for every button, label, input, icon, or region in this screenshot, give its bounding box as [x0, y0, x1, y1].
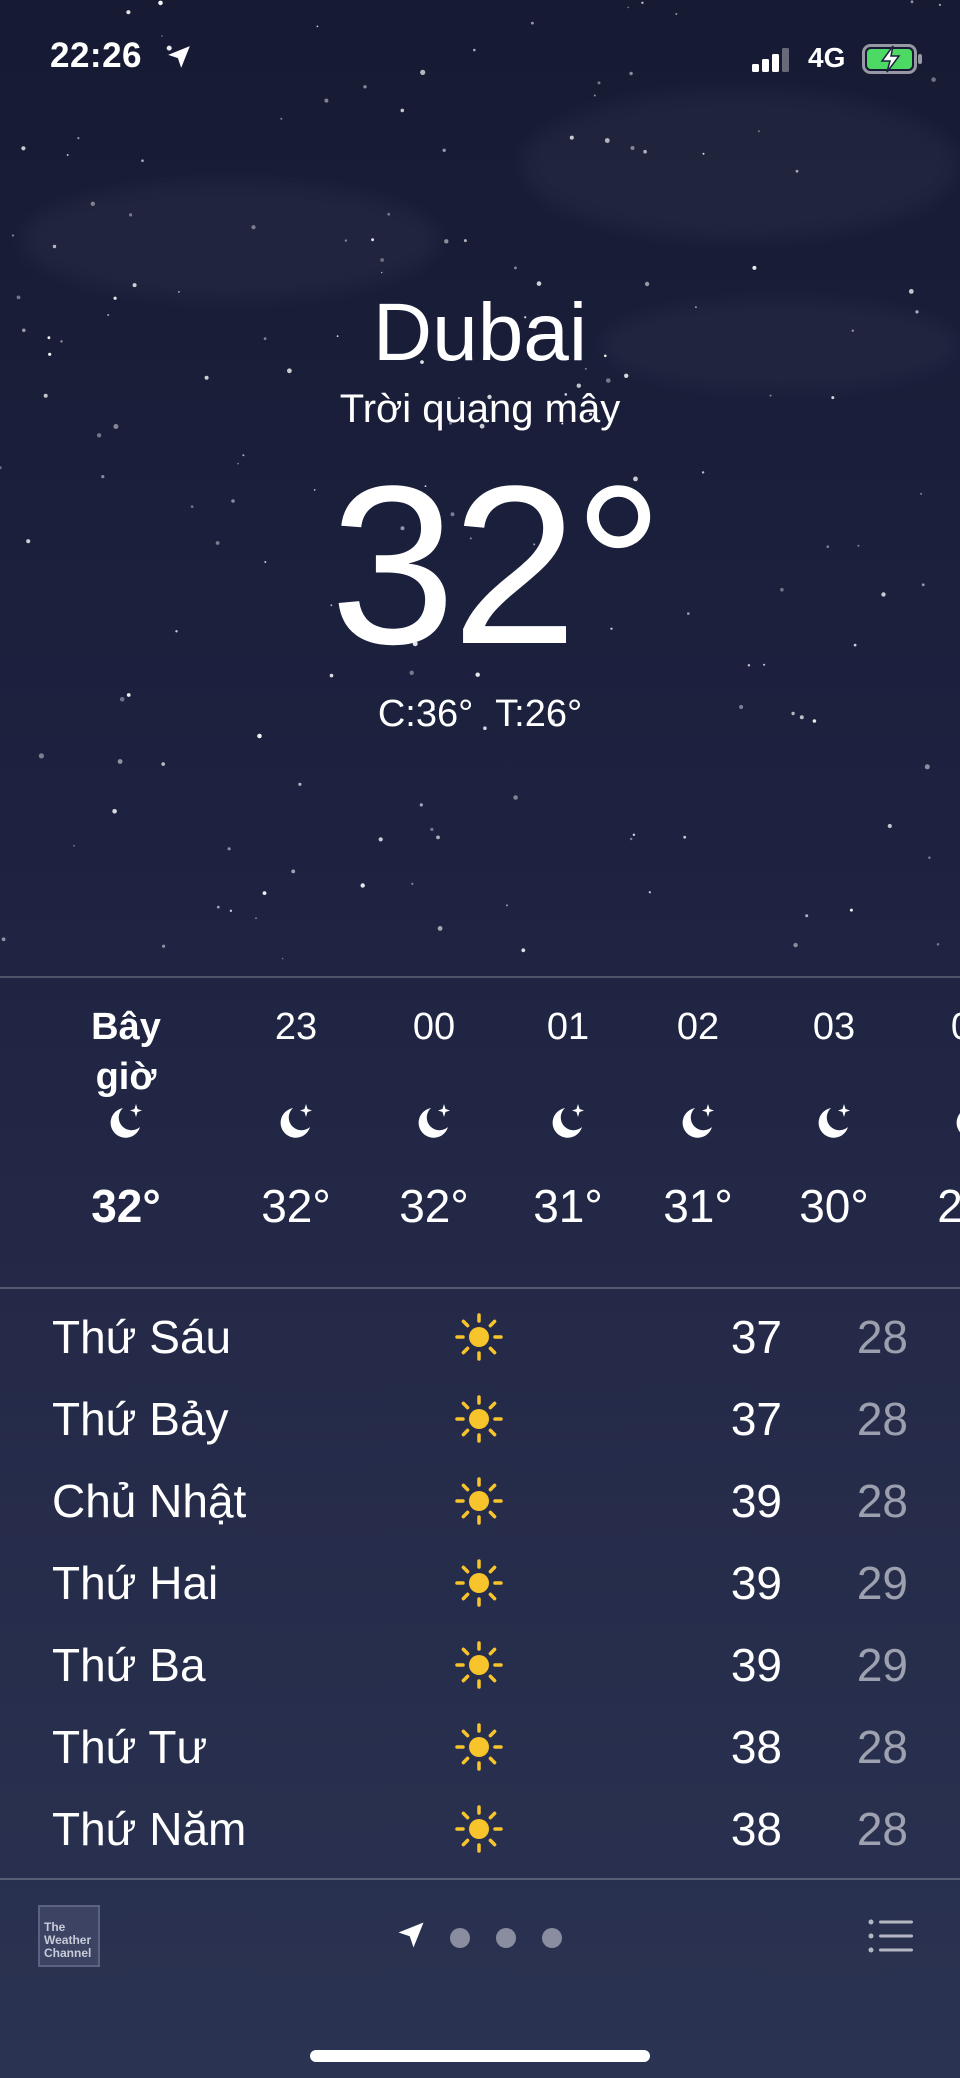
moon-stars-icon — [418, 1104, 450, 1138]
day-low-temp: 28 — [856, 1393, 908, 1445]
hour-temp: 30° — [799, 1180, 869, 1232]
hour-temp: 32° — [261, 1180, 331, 1232]
day-high-temp: 37 — [730, 1393, 782, 1445]
day-low-temp: 28 — [856, 1803, 908, 1855]
network-type: 4G — [808, 42, 846, 73]
hour-label: 01 — [546, 1006, 590, 1048]
day-name: Thứ Bảy — [52, 1393, 229, 1445]
hour-label: 02 — [676, 1006, 720, 1048]
current-temperature: 32° — [330, 438, 664, 691]
daily-row: Thứ Bảy 37 28 — [0, 1378, 960, 1460]
sun-icon — [455, 1395, 503, 1443]
page-dot[interactable] — [496, 1928, 516, 1948]
day-high-temp: 38 — [730, 1721, 782, 1773]
high-low-temperature: C:36° T:26° — [377, 693, 583, 735]
hour-label: Bây giờ — [91, 1006, 161, 1098]
day-name: Thứ Hai — [52, 1557, 219, 1609]
moon-stars-icon — [818, 1104, 850, 1138]
day-low-temp: 29 — [856, 1557, 908, 1609]
sun-icon — [455, 1559, 503, 1607]
weather-condition: Trời quang mây — [339, 387, 621, 431]
moon-stars-icon — [682, 1104, 714, 1138]
hour-label: 03 — [812, 1006, 856, 1048]
battery-charging-icon — [862, 44, 922, 74]
hourly-item: Bây giờ 32° — [60, 978, 192, 1287]
hour-temp: 31° — [663, 1180, 733, 1232]
daily-row: Thứ Ba 39 29 — [0, 1624, 960, 1706]
location-arrow-icon — [168, 46, 190, 68]
day-high-temp: 39 — [730, 1557, 782, 1609]
status-time: 22:26 — [50, 36, 143, 75]
day-high-temp: 38 — [730, 1803, 782, 1855]
hourly-item: 02 31° — [632, 978, 764, 1287]
day-name: Thứ Sáu — [52, 1311, 232, 1363]
bottom-bar: The Weather Channel — [0, 1880, 960, 2078]
hourly-forecast[interactable]: Bây giờ 32° 23 32° 00 32° 01 31° 02 31° … — [0, 978, 960, 1287]
moon-stars-icon — [110, 1104, 142, 1138]
sun-icon — [455, 1641, 503, 1689]
weather-channel-logo[interactable]: The Weather Channel — [38, 1905, 100, 1967]
signal-icon — [752, 48, 789, 72]
moon-stars-icon — [956, 1113, 960, 1133]
page-dot[interactable] — [542, 1928, 562, 1948]
sun-icon — [455, 1477, 503, 1525]
hourly-bottom-divider — [0, 1287, 960, 1289]
day-low-temp: 28 — [856, 1721, 908, 1773]
day-low-temp: 28 — [856, 1475, 908, 1527]
city-name: Dubai — [372, 287, 588, 378]
hour-temp: 32° — [91, 1180, 161, 1232]
day-name: Thứ Tư — [52, 1721, 208, 1773]
city-list-icon[interactable] — [868, 1918, 914, 1954]
page-dot[interactable] — [450, 1928, 470, 1948]
day-name: Chủ Nhật — [52, 1475, 247, 1527]
daily-forecast[interactable]: Thứ Sáu 37 28 Thứ Bảy 37 28 Chủ Nhật 39 … — [0, 1296, 960, 1870]
hourly-item: 23 32° — [230, 978, 362, 1287]
daily-row: Thứ Năm 38 28 — [0, 1788, 960, 1870]
day-name: Thứ Năm — [52, 1803, 247, 1855]
day-low-temp: 29 — [856, 1639, 908, 1691]
daily-row: Thứ Hai 39 29 — [0, 1542, 960, 1624]
hourly-item: 01 31° — [502, 978, 634, 1287]
hourly-item: 04 29° — [906, 978, 960, 1287]
hour-label: 23 — [274, 1006, 318, 1048]
moon-stars-icon — [280, 1104, 312, 1138]
hour-temp: 32° — [399, 1180, 469, 1232]
daily-row: Thứ Tư 38 28 — [0, 1706, 960, 1788]
hour-label: 04 — [906, 1002, 960, 1052]
sun-icon — [455, 1723, 503, 1771]
hour-label: 00 — [412, 1006, 456, 1048]
cloud-wisp — [20, 180, 440, 300]
current-location-page-icon[interactable] — [396, 1920, 426, 1950]
hour-temp: 31° — [533, 1180, 603, 1232]
hour-temp: 29° — [937, 1180, 960, 1232]
day-low-temp: 28 — [856, 1311, 908, 1363]
hourly-item: 00 32° — [368, 978, 500, 1287]
day-high-temp: 39 — [730, 1639, 782, 1691]
status-bar: 22:26 4G — [0, 0, 960, 118]
sun-icon — [455, 1313, 503, 1361]
home-indicator[interactable] — [310, 2050, 650, 2062]
sun-icon — [455, 1805, 503, 1853]
daily-row: Thứ Sáu 37 28 — [0, 1296, 960, 1378]
moon-stars-icon — [552, 1104, 584, 1138]
hourly-item: 03 30° — [768, 978, 900, 1287]
day-high-temp: 39 — [730, 1475, 782, 1527]
day-name: Thứ Ba — [52, 1639, 206, 1691]
daily-row: Chủ Nhật 39 28 — [0, 1460, 960, 1542]
day-high-temp: 37 — [730, 1311, 782, 1363]
